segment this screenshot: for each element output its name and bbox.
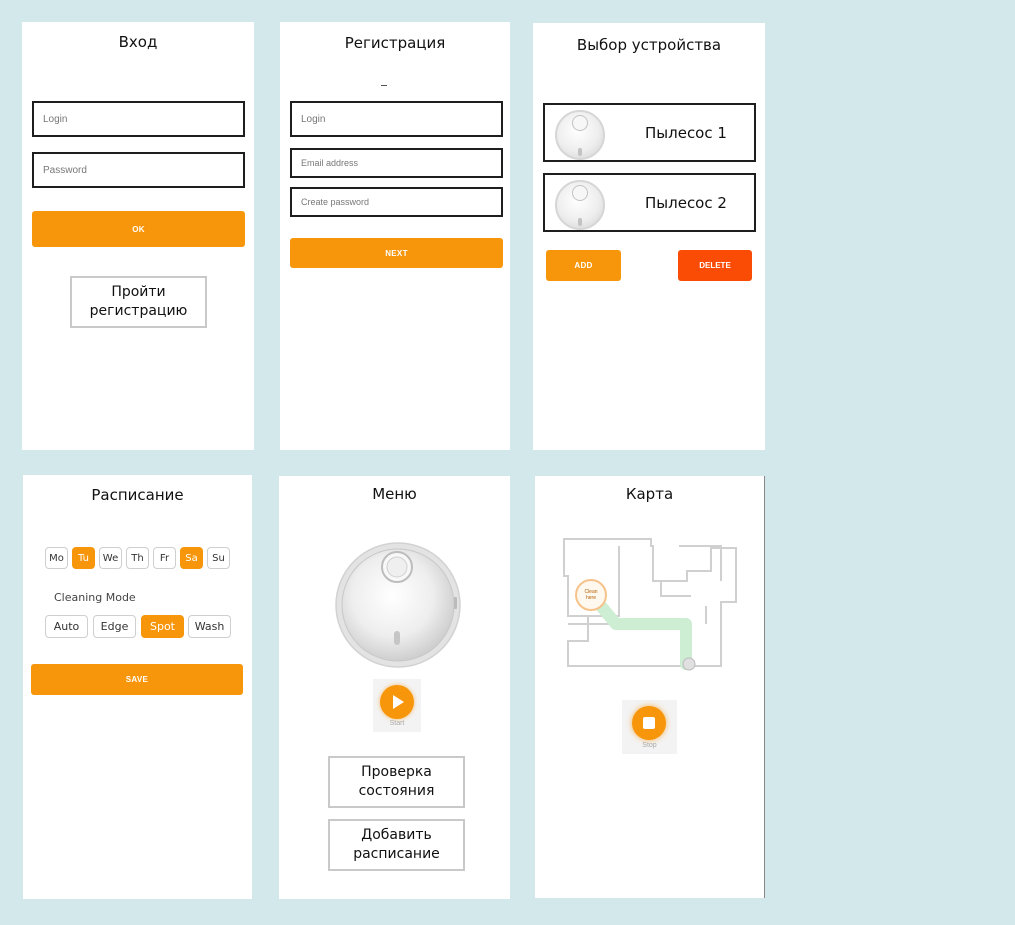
mode-selector: Auto Edge Spot Wash <box>45 615 231 639</box>
schedule-title: Расписание <box>91 486 184 504</box>
robot-vacuum-icon <box>555 110 605 160</box>
map-screen: Карта Clean here Stop <box>535 476 765 898</box>
day-th[interactable]: Th <box>126 547 149 569</box>
check-status-line2: состояния <box>358 783 435 799</box>
clean-here-marker[interactable]: Clean here <box>575 579 607 611</box>
schedule-screen: Расписание Mo Tu We Th Fr Sa Su Cleaning… <box>23 475 252 899</box>
password-field[interactable]: Password <box>32 152 245 188</box>
check-status-button[interactable]: Проверка состояния <box>328 756 465 808</box>
day-mo[interactable]: Mo <box>45 547 68 569</box>
cleaning-mode-label: Cleaning Mode <box>54 591 136 604</box>
reg-login-placeholder: Login <box>301 113 326 125</box>
mode-auto[interactable]: Auto <box>45 615 88 638</box>
login-title: Вход <box>118 33 158 51</box>
device-name-1: Пылесос 1 <box>645 123 727 142</box>
registration-title: Регистрация <box>344 34 446 52</box>
login-screen: Вход Login Password OK Пройти регистраци… <box>22 22 254 450</box>
create-password-placeholder: Create password <box>301 197 370 207</box>
delete-button[interactable]: DELETE <box>678 250 752 281</box>
next-button[interactable]: NEXT <box>290 238 503 268</box>
day-fr[interactable]: Fr <box>153 547 176 569</box>
mode-wash[interactable]: Wash <box>188 615 231 638</box>
day-su[interactable]: Su <box>207 547 230 569</box>
day-sa[interactable]: Sa <box>180 547 203 569</box>
start-label: Start <box>389 720 405 727</box>
device-item-1[interactable]: Пылесос 1 <box>543 103 756 162</box>
ok-button[interactable]: OK <box>32 211 245 247</box>
stop-icon <box>632 706 666 740</box>
add-schedule-button[interactable]: Добавить расписание <box>328 819 465 871</box>
mode-spot[interactable]: Spot <box>141 615 184 638</box>
check-status-line1: Проверка <box>361 764 432 780</box>
robot-vacuum-image <box>335 542 461 668</box>
play-icon <box>380 685 414 719</box>
password-placeholder: Password <box>43 164 87 176</box>
reg-login-field[interactable]: Login <box>290 101 503 137</box>
registration-screen: Регистрация Login Email address Create p… <box>280 22 510 450</box>
device-select-screen: Выбор устройства Пылесос 1 Пылесос 2 ADD… <box>533 23 765 450</box>
register-button-line2: регистрацию <box>89 303 188 319</box>
mode-edge[interactable]: Edge <box>93 615 136 638</box>
map-title: Карта <box>625 485 674 503</box>
stop-label: Stop <box>642 742 657 749</box>
register-button[interactable]: Пройти регистрацию <box>70 276 207 328</box>
login-placeholder: Login <box>43 113 68 125</box>
menu-screen: Меню Start Проверка состояния Добавить р… <box>279 476 510 899</box>
clean-here-line2: here <box>585 595 596 601</box>
email-field[interactable]: Email address <box>290 148 503 178</box>
add-schedule-line2: расписание <box>353 846 440 862</box>
email-placeholder: Email address <box>301 158 359 168</box>
day-we[interactable]: We <box>99 547 122 569</box>
menu-title: Меню <box>372 485 417 503</box>
device-name-2: Пылесос 2 <box>645 193 727 212</box>
create-password-field[interactable]: Create password <box>290 187 503 217</box>
stop-control[interactable]: Stop <box>622 700 677 754</box>
device-item-2[interactable]: Пылесос 2 <box>543 173 756 232</box>
start-control[interactable]: Start <box>373 679 421 732</box>
day-tu[interactable]: Tu <box>72 547 95 569</box>
register-button-line1: Пройти <box>111 284 166 300</box>
add-button[interactable]: ADD <box>546 250 621 281</box>
login-field[interactable]: Login <box>32 101 245 137</box>
robot-vacuum-icon <box>555 180 605 230</box>
save-button[interactable]: SAVE <box>31 664 243 695</box>
add-schedule-line1: Добавить <box>361 827 432 843</box>
device-select-title: Выбор устройства <box>576 36 722 54</box>
day-selector: Mo Tu We Th Fr Sa Su <box>45 547 235 571</box>
divider-mark <box>381 85 387 86</box>
